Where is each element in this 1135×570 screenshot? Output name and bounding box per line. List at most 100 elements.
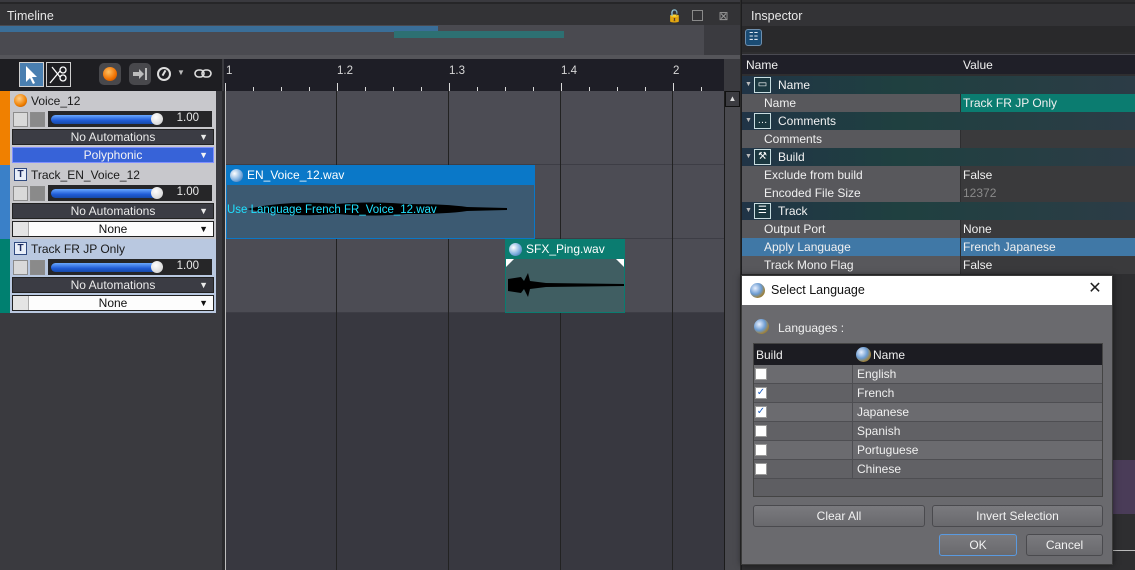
clock-icon[interactable]	[157, 67, 171, 81]
language-row[interactable]: English	[754, 365, 1102, 384]
snap-end-button[interactable]	[129, 63, 151, 85]
track-name: Voice_12	[31, 94, 81, 108]
category-name[interactable]: ▼ ▭ Name	[742, 76, 1135, 94]
track-header-track-en-voice-12[interactable]: T Track_EN_Voice_12 1.00 No Automations ▼…	[0, 165, 216, 239]
timeline-overview[interactable]	[0, 25, 740, 56]
name-column-header[interactable]: Name	[746, 58, 778, 72]
language-name: Chinese	[857, 462, 902, 476]
checkbox-unchecked[interactable]	[755, 368, 767, 380]
automation-dropdown[interactable]: No Automations ▼	[12, 129, 214, 145]
name-column-header[interactable]: Name	[873, 348, 905, 362]
track-lane[interactable]	[225, 239, 724, 313]
language-row[interactable]: Portuguese	[754, 441, 1102, 460]
property-value[interactable]: False	[961, 256, 1135, 274]
clear-all-button[interactable]: Clear All	[753, 505, 925, 527]
mute-button[interactable]	[30, 112, 45, 127]
checkbox-checked[interactable]: ✓	[755, 406, 767, 418]
property-value[interactable]: French Japanese	[961, 238, 1135, 256]
property-row-apply-language[interactable]: Apply Language French Japanese	[742, 238, 1135, 256]
build-column-header[interactable]: Build	[756, 348, 783, 362]
volume-slider[interactable]: 1.00	[48, 259, 212, 275]
track-header-track-fr-jp-only[interactable]: T Track FR JP Only 1.00 No Automations ▼ …	[0, 239, 216, 313]
automation-dropdown[interactable]: No Automations ▼	[12, 203, 214, 219]
grid-line	[672, 91, 673, 570]
collapse-icon[interactable]: ▼	[745, 81, 752, 88]
language-row[interactable]: Spanish	[754, 422, 1102, 441]
property-row-exclude-from-build[interactable]: Exclude from build False	[742, 166, 1135, 184]
volume-slider[interactable]: 1.00	[48, 111, 212, 127]
categorized-view-button[interactable]: ☷	[745, 29, 762, 46]
language-row[interactable]: ✓ Japanese	[754, 403, 1102, 422]
envelope-button[interactable]	[13, 260, 28, 275]
mute-button[interactable]	[30, 260, 45, 275]
timeline-vertical-scrollbar[interactable]: ▲	[724, 91, 740, 570]
track-color-strip	[0, 91, 10, 165]
property-row-track-mono-flag[interactable]: Track Mono Flag False	[742, 256, 1135, 274]
inspector-title-bar: Inspector	[742, 2, 1135, 26]
cut-tool-button[interactable]	[46, 62, 71, 87]
property-value[interactable]: None	[961, 220, 1135, 238]
category-comments[interactable]: ▼… Comments	[742, 112, 1135, 130]
clip-en-voice-12[interactable]: EN_Voice_12.wav Use Language French FR_V…	[226, 165, 535, 239]
close-panel-icon[interactable]: ⊠	[717, 10, 730, 23]
volume-slider[interactable]: 1.00	[48, 185, 212, 201]
globe-icon	[750, 283, 765, 298]
track-header-voice-12[interactable]: Voice_12 1.00 No Automations ▼ Polyphonic…	[0, 91, 216, 165]
property-row-name[interactable]: Name Track FR JP Only	[742, 94, 1135, 112]
checkbox-unchecked[interactable]	[755, 444, 767, 456]
languages-table: Build Name English ✓ French ✓ Japanese Spanis…	[753, 343, 1103, 497]
category-track[interactable]: ▼ ☰ Track	[742, 202, 1135, 220]
mute-button[interactable]	[30, 186, 45, 201]
chevron-down-icon[interactable]: ▼	[177, 68, 185, 77]
timeline-ruler[interactable]: 1 1.2 1.3 1.4 2	[224, 59, 724, 91]
checkbox-checked[interactable]: ✓	[755, 387, 767, 399]
volume-slider-knob[interactable]	[151, 187, 163, 199]
property-name: Exclude from build	[742, 166, 960, 184]
timeline-title-bar: Timeline 🔓 ⊠	[0, 2, 740, 26]
category-build[interactable]: ▼ ⚒ Build	[742, 148, 1135, 166]
clip-sfx-ping[interactable]: SFX_Ping.wav	[505, 239, 625, 313]
checkbox-unchecked[interactable]	[755, 425, 767, 437]
inspector-toolbar: ☷	[742, 26, 1135, 52]
language-row[interactable]: ✓ French	[754, 384, 1102, 403]
property-value: 12372	[961, 184, 1135, 202]
collapse-icon[interactable]: ▼	[745, 207, 752, 214]
link-icon[interactable]	[194, 68, 212, 80]
output-dropdown[interactable]: None ▼	[12, 221, 214, 237]
collapse-icon[interactable]: ▼	[745, 153, 752, 160]
mode-dropdown[interactable]: Polyphonic ▼	[12, 147, 214, 163]
output-dropdown[interactable]: None ▼	[12, 295, 214, 311]
envelope-button[interactable]	[13, 186, 28, 201]
unlock-icon[interactable]: 🔓	[667, 10, 682, 23]
track-lane[interactable]	[225, 91, 724, 165]
property-value[interactable]: False	[961, 166, 1135, 184]
language-name: French	[857, 386, 895, 400]
dialog-title: Select Language	[771, 283, 865, 297]
collapse-icon[interactable]: ▼	[745, 117, 752, 124]
dialog-title-bar[interactable]: Select Language ✕	[742, 276, 1112, 305]
value-column-header[interactable]: Value	[963, 58, 993, 72]
ruler-label: 1	[226, 65, 233, 77]
cancel-button[interactable]: Cancel	[1026, 534, 1103, 556]
languages-label: Languages :	[778, 321, 845, 335]
checkbox-unchecked[interactable]	[755, 463, 767, 475]
select-tool-button[interactable]	[19, 62, 44, 87]
property-value[interactable]	[961, 130, 1135, 148]
property-row-output-port[interactable]: Output Port None	[742, 220, 1135, 238]
property-row-comments[interactable]: Comments	[742, 130, 1135, 148]
automation-dropdown[interactable]: No Automations ▼	[12, 277, 214, 293]
invert-selection-button[interactable]: Invert Selection	[932, 505, 1103, 527]
scroll-up-arrow-icon[interactable]: ▲	[725, 91, 740, 107]
record-button[interactable]	[99, 63, 121, 85]
ok-button[interactable]: OK	[939, 534, 1017, 556]
property-value[interactable]: Track FR JP Only	[961, 94, 1135, 112]
volume-slider-knob[interactable]	[151, 261, 163, 273]
float-window-icon[interactable]	[692, 10, 703, 21]
volume-slider-knob[interactable]	[151, 113, 163, 125]
property-row-encoded-file-size[interactable]: Encoded File Size 12372	[742, 184, 1135, 202]
playhead[interactable]	[225, 91, 226, 570]
track-lanes[interactable]: EN_Voice_12.wav Use Language French FR_V…	[225, 91, 724, 570]
envelope-button[interactable]	[13, 112, 28, 127]
close-icon[interactable]: ✕	[1086, 280, 1104, 298]
language-row[interactable]: Chinese	[754, 460, 1102, 479]
